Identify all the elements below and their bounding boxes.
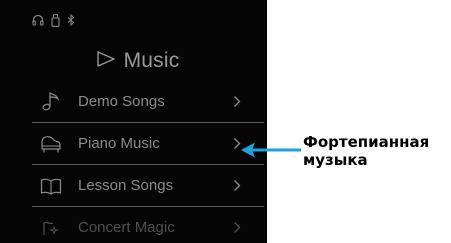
instrument-display: Music Demo Songs Piano Music Lesson Song… (0, 0, 267, 243)
play-triangle-icon (96, 50, 116, 73)
screen-header: Music (0, 44, 267, 78)
music-note-icon (40, 90, 62, 112)
menu-item-label: Demo Songs (78, 92, 165, 110)
status-bar (32, 12, 75, 28)
music-menu: Demo Songs Piano Music Lesson Songs Conc… (32, 80, 264, 243)
menu-item-lesson-songs[interactable]: Lesson Songs (32, 164, 264, 206)
menu-item-piano-music[interactable]: Piano Music (32, 122, 264, 164)
chevron-right-icon (230, 179, 244, 193)
open-book-icon (40, 175, 62, 197)
headphones-icon (32, 14, 44, 26)
callout-arrow-icon (241, 142, 301, 158)
usb-drive-icon (51, 13, 60, 27)
menu-item-concert-magic[interactable]: Concert Magic (32, 206, 264, 243)
magic-icon (40, 217, 62, 239)
chevron-right-icon (230, 94, 244, 108)
screen-title: Music (123, 49, 180, 72)
menu-item-label: Concert Magic (78, 219, 175, 236)
menu-item-label: Lesson Songs (78, 177, 174, 194)
manual-illustration: Music Demo Songs Piano Music Lesson Song… (0, 0, 451, 243)
chevron-right-icon (230, 221, 244, 235)
callout-label: Фортепианная музыка (303, 133, 429, 169)
callout-line-1: Фортепианная (303, 133, 430, 151)
grand-piano-icon (40, 133, 62, 155)
menu-item-demo-songs[interactable]: Demo Songs (32, 80, 264, 122)
bluetooth-icon (67, 14, 75, 26)
callout-line-2: музыка (303, 151, 368, 169)
menu-item-label: Piano Music (78, 135, 160, 152)
